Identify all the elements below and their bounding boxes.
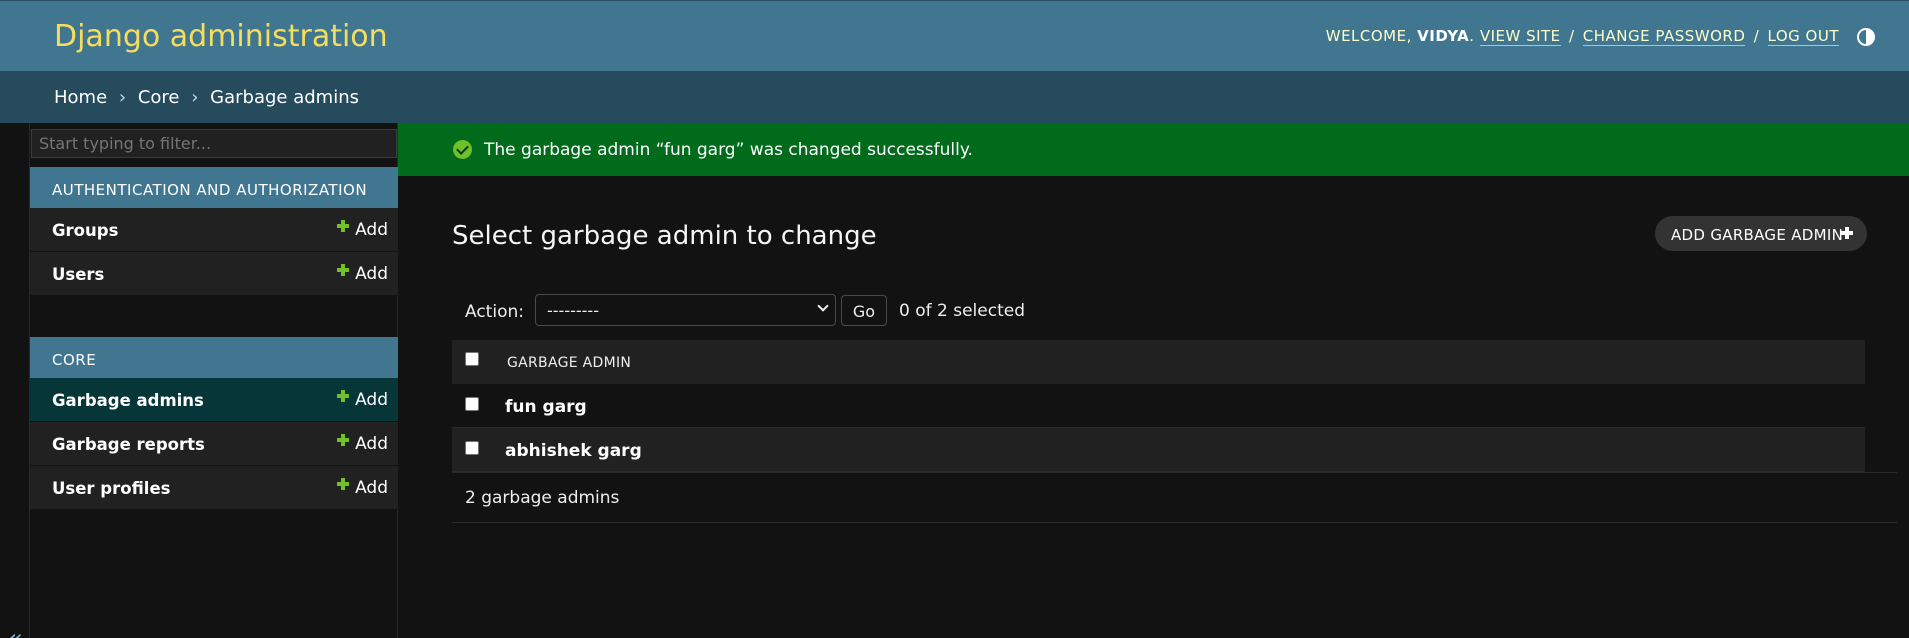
main-content: The garbage admin “fun garg” was changed… bbox=[398, 123, 1909, 638]
username-suffix: . bbox=[1469, 27, 1475, 45]
add-garbage-reports-link[interactable]: Add bbox=[337, 434, 388, 454]
sidebar-item-label[interactable]: Groups bbox=[52, 221, 118, 240]
sidebar-item-groups: Groups Add bbox=[30, 208, 398, 252]
sidebar-item-users: Users Add bbox=[30, 252, 398, 296]
breadcrumb: Home › Core › Garbage admins bbox=[0, 71, 1909, 123]
nav-filter-input[interactable] bbox=[31, 129, 397, 158]
plus-icon bbox=[337, 390, 350, 402]
select-all-checkbox[interactable] bbox=[465, 352, 479, 366]
table-row: abhishek garg bbox=[452, 428, 1865, 472]
add-label: Add bbox=[355, 264, 388, 284]
selection-counter: 0 of 2 selected bbox=[899, 301, 1025, 321]
row-checkbox[interactable] bbox=[465, 397, 479, 411]
theme-toggle-icon[interactable] bbox=[1857, 28, 1875, 46]
action-select-value: --------- bbox=[547, 301, 599, 320]
chevron-down-icon bbox=[817, 300, 829, 312]
username: vidya bbox=[1417, 27, 1470, 45]
welcome-text: Welcome, bbox=[1325, 27, 1412, 45]
sidebar-item-user-profiles: User profiles Add bbox=[30, 466, 398, 510]
site-branding[interactable]: Django administration bbox=[54, 19, 388, 54]
sidebar-item-label[interactable]: Garbage admins bbox=[52, 391, 204, 410]
row-checkbox[interactable] bbox=[465, 441, 479, 455]
plus-icon bbox=[337, 434, 350, 446]
add-garbage-admins-link[interactable]: Add bbox=[337, 390, 388, 410]
row-link[interactable]: fun garg bbox=[505, 397, 587, 417]
breadcrumb-current: Garbage admins bbox=[210, 87, 360, 108]
add-label: Add bbox=[355, 478, 388, 498]
nav-sidebar: Authentication and Authorization Groups … bbox=[30, 123, 398, 638]
add-user-profiles-link[interactable]: Add bbox=[337, 478, 388, 498]
result-table: Garbage admin fun garg abhishek garg bbox=[452, 340, 1865, 472]
column-header-garbage-admin[interactable]: Garbage admin bbox=[507, 355, 631, 371]
separator: / bbox=[1753, 27, 1760, 45]
action-label: Action: bbox=[465, 302, 524, 322]
module-core: Core Garbage admins Add Garbage reports … bbox=[30, 337, 398, 510]
action-select[interactable]: --------- bbox=[535, 294, 836, 326]
success-check-icon bbox=[453, 140, 472, 159]
add-label: Add bbox=[355, 434, 388, 454]
view-site-link[interactable]: View site bbox=[1479, 27, 1561, 46]
plus-icon bbox=[1841, 227, 1853, 239]
row-link[interactable]: abhishek garg bbox=[505, 441, 642, 461]
sidebar-item-label[interactable]: User profiles bbox=[52, 479, 170, 498]
sidebar-item-label[interactable]: Garbage reports bbox=[52, 435, 205, 454]
breadcrumb-separator: › bbox=[118, 87, 127, 108]
sidebar-item-garbage-admins: Garbage admins Add bbox=[30, 378, 398, 422]
add-label: Add bbox=[355, 220, 388, 240]
paginator: 2 garbage admins bbox=[452, 472, 1897, 523]
add-label: Add bbox=[355, 390, 388, 410]
success-message-text: The garbage admin “fun garg” was changed… bbox=[484, 140, 973, 160]
nav-toggle-strip: « bbox=[0, 123, 30, 638]
breadcrumb-home[interactable]: Home bbox=[54, 87, 107, 108]
user-tools: Welcome, vidya. View site / Change passw… bbox=[1325, 27, 1839, 46]
separator: / bbox=[1568, 27, 1575, 45]
breadcrumb-separator: › bbox=[191, 87, 199, 108]
table-header: Garbage admin bbox=[452, 340, 1865, 384]
add-garbage-admin-button[interactable]: Add garbage admin bbox=[1655, 216, 1867, 251]
add-users-link[interactable]: Add bbox=[337, 264, 388, 284]
header: Django administration Welcome, vidya. Vi… bbox=[0, 0, 1909, 71]
table-row: fun garg bbox=[452, 384, 1865, 428]
plus-icon bbox=[337, 220, 350, 232]
plus-icon bbox=[337, 478, 350, 490]
sidebar-item-label[interactable]: Users bbox=[52, 265, 104, 284]
breadcrumb-core[interactable]: Core bbox=[138, 87, 180, 108]
log-out-link[interactable]: Log out bbox=[1767, 27, 1839, 46]
success-message: The garbage admin “fun garg” was changed… bbox=[398, 123, 1909, 176]
collapse-sidebar-icon[interactable]: « bbox=[7, 626, 23, 638]
plus-icon bbox=[337, 264, 350, 276]
change-password-link[interactable]: Change password bbox=[1582, 27, 1746, 46]
go-button[interactable]: Go bbox=[841, 295, 887, 326]
add-groups-link[interactable]: Add bbox=[337, 220, 388, 240]
add-button-label: Add garbage admin bbox=[1671, 226, 1844, 244]
module-caption-auth[interactable]: Authentication and Authorization bbox=[30, 167, 398, 208]
module-caption-core[interactable]: Core bbox=[30, 337, 398, 378]
sidebar-item-garbage-reports: Garbage reports Add bbox=[30, 422, 398, 466]
page-title: Select garbage admin to change bbox=[452, 221, 877, 251]
module-auth: Authentication and Authorization Groups … bbox=[30, 167, 398, 296]
